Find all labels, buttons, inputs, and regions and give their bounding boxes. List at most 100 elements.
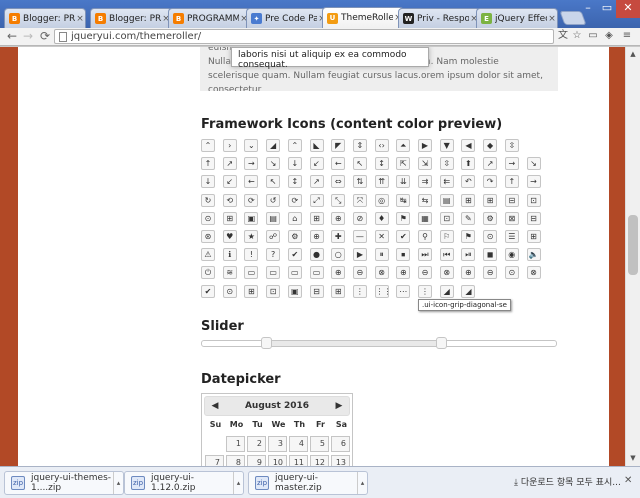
framework-icon[interactable]: ↙ — [309, 157, 324, 171]
framework-icon[interactable]: ▭ — [244, 266, 259, 280]
minimize-button[interactable]: – — [578, 0, 598, 18]
framework-icon[interactable]: ⇈ — [374, 175, 389, 189]
framework-icon[interactable]: ⇇ — [439, 175, 454, 189]
day-cell[interactable]: 11 — [289, 455, 308, 466]
framework-icon[interactable]: ⚠ — [201, 248, 215, 262]
framework-icon[interactable]: ⊟ — [309, 284, 324, 298]
framework-icon[interactable]: ☍ — [266, 230, 281, 243]
framework-icon[interactable]: ▼ — [439, 139, 454, 152]
day-cell[interactable]: 12 — [310, 455, 329, 466]
framework-icon[interactable]: ⊙ — [222, 284, 237, 298]
framework-icon[interactable]: ✕ — [374, 230, 389, 243]
tab-close-icon[interactable]: × — [547, 14, 557, 24]
day-cell[interactable]: 4 — [289, 436, 308, 452]
framework-icon[interactable]: → — [526, 175, 541, 189]
omnibox[interactable] — [54, 29, 554, 44]
framework-icon[interactable]: ⏭ — [418, 248, 432, 262]
next-month-button[interactable]: ▶ — [333, 400, 345, 412]
framework-icon[interactable]: ✔ — [201, 284, 215, 298]
framework-icon[interactable]: ⊞ — [244, 284, 259, 298]
framework-icon[interactable]: ▶ — [352, 248, 367, 262]
framework-icon[interactable]: ↕ — [287, 175, 302, 189]
framework-icon[interactable]: ⇳ — [439, 157, 454, 171]
day-cell[interactable]: 9 — [247, 455, 266, 466]
framework-icon[interactable]: ⊞ — [526, 230, 541, 243]
day-cell[interactable]: 1 — [226, 436, 245, 452]
day-cell[interactable]: 8 — [226, 455, 245, 466]
url-input[interactable] — [71, 30, 541, 43]
tab-close-icon[interactable]: × — [75, 14, 85, 24]
framework-icon[interactable]: ⏶ — [396, 139, 411, 152]
prev-month-button[interactable]: ◀ — [209, 400, 221, 412]
framework-icon[interactable]: ↗ — [309, 175, 324, 189]
framework-icon[interactable]: ⌃ — [201, 139, 215, 152]
framework-icon[interactable]: ⊕ — [396, 266, 411, 280]
download-menu-icon[interactable]: ▴ — [357, 472, 367, 494]
slider-handle-max[interactable] — [435, 337, 447, 349]
framework-icon[interactable]: ⊗ — [526, 266, 541, 280]
framework-icon[interactable]: ⇊ — [396, 175, 411, 189]
framework-icon[interactable]: ⊞ — [461, 193, 476, 207]
framework-icon[interactable]: ⤧ — [352, 193, 367, 207]
range-slider[interactable] — [201, 337, 557, 349]
framework-icon[interactable]: ⋮ — [418, 284, 432, 298]
day-cell[interactable]: 2 — [247, 436, 266, 452]
framework-icon[interactable]: ◀ — [461, 139, 476, 152]
framework-icon[interactable]: ↙ — [222, 175, 237, 189]
framework-icon[interactable]: ⊖ — [352, 266, 367, 280]
framework-icon[interactable]: ! — [244, 248, 259, 262]
framework-icon[interactable]: ℹ — [222, 248, 237, 262]
framework-icon[interactable]: — — [352, 230, 367, 243]
close-shelf-button[interactable]: ✕ — [624, 475, 632, 486]
framework-icon[interactable]: ◤ — [331, 139, 346, 152]
framework-icon[interactable]: ⇳ — [504, 139, 519, 152]
framework-icon[interactable]: ◉ — [504, 248, 519, 262]
framework-icon[interactable]: ⊠ — [504, 211, 519, 225]
framework-icon[interactable]: ◢ — [439, 284, 454, 298]
framework-icon[interactable]: ☰ — [504, 230, 519, 243]
framework-icon[interactable]: ⊙ — [504, 266, 519, 280]
framework-icon[interactable]: ⟲ — [222, 193, 237, 207]
maximize-button[interactable]: ▭ — [598, 0, 616, 18]
browser-tab[interactable]: EjQuery Effects× — [476, 8, 558, 28]
framework-icon[interactable]: ▭ — [309, 266, 324, 280]
framework-icon[interactable]: ✔ — [287, 248, 302, 262]
framework-icon[interactable]: ⌄ — [244, 139, 259, 152]
framework-icon[interactable]: ⊙ — [483, 230, 498, 243]
framework-icon[interactable]: ↗ — [483, 157, 498, 171]
framework-icon[interactable]: ◎ — [374, 193, 389, 207]
framework-icon[interactable]: ↘ — [266, 157, 281, 171]
framework-icon[interactable]: ○ — [331, 248, 346, 262]
framework-icon[interactable]: ⊞ — [483, 193, 498, 207]
framework-icon[interactable]: ⊟ — [504, 193, 519, 207]
framework-icon[interactable]: ▣ — [287, 284, 302, 298]
framework-icon[interactable]: ⏸ — [374, 248, 389, 262]
framework-icon[interactable]: ⊖ — [418, 266, 432, 280]
scroll-up-button[interactable]: ▲ — [626, 47, 640, 61]
framework-icon[interactable]: ⊕ — [331, 266, 346, 280]
framework-icon[interactable]: ⊘ — [352, 211, 367, 225]
framework-icon[interactable]: ‹› — [374, 139, 389, 152]
framework-icon[interactable]: → — [244, 157, 259, 171]
download-menu-icon[interactable]: ▴ — [233, 472, 243, 494]
browser-tab[interactable]: UThemeRoller |× — [322, 7, 404, 28]
scroll-down-button[interactable]: ▼ — [626, 451, 640, 465]
bookmark-star-icon[interactable]: ☆ — [570, 29, 584, 43]
browser-tab[interactable]: BPROGRAMMIN× — [168, 8, 250, 28]
framework-icon[interactable]: ⏯ — [461, 248, 476, 262]
framework-icon[interactable]: ⏻ — [201, 266, 215, 280]
browser-tab[interactable]: ✦Pre Code Pars× — [246, 8, 328, 28]
framework-icon[interactable]: ⤢ — [309, 193, 324, 207]
framework-icon[interactable]: ⊕ — [309, 230, 324, 243]
day-cell[interactable]: 3 — [268, 436, 287, 452]
framework-icon[interactable]: ⊡ — [526, 193, 541, 207]
framework-icon[interactable]: ★ — [244, 230, 259, 243]
framework-icon[interactable]: ⇆ — [418, 193, 432, 207]
framework-icon[interactable]: ◣ — [309, 139, 324, 152]
framework-icon[interactable]: ▭ — [287, 266, 302, 280]
framework-icon[interactable]: ↻ — [201, 193, 215, 207]
download-item[interactable]: zip jquery-ui-1.12.0.zip ▴ — [124, 471, 244, 495]
browser-tab[interactable]: WPriv - Respon× — [398, 8, 480, 28]
framework-icon[interactable]: ▭ — [266, 266, 281, 280]
framework-icon[interactable]: ⊙ — [201, 211, 215, 225]
